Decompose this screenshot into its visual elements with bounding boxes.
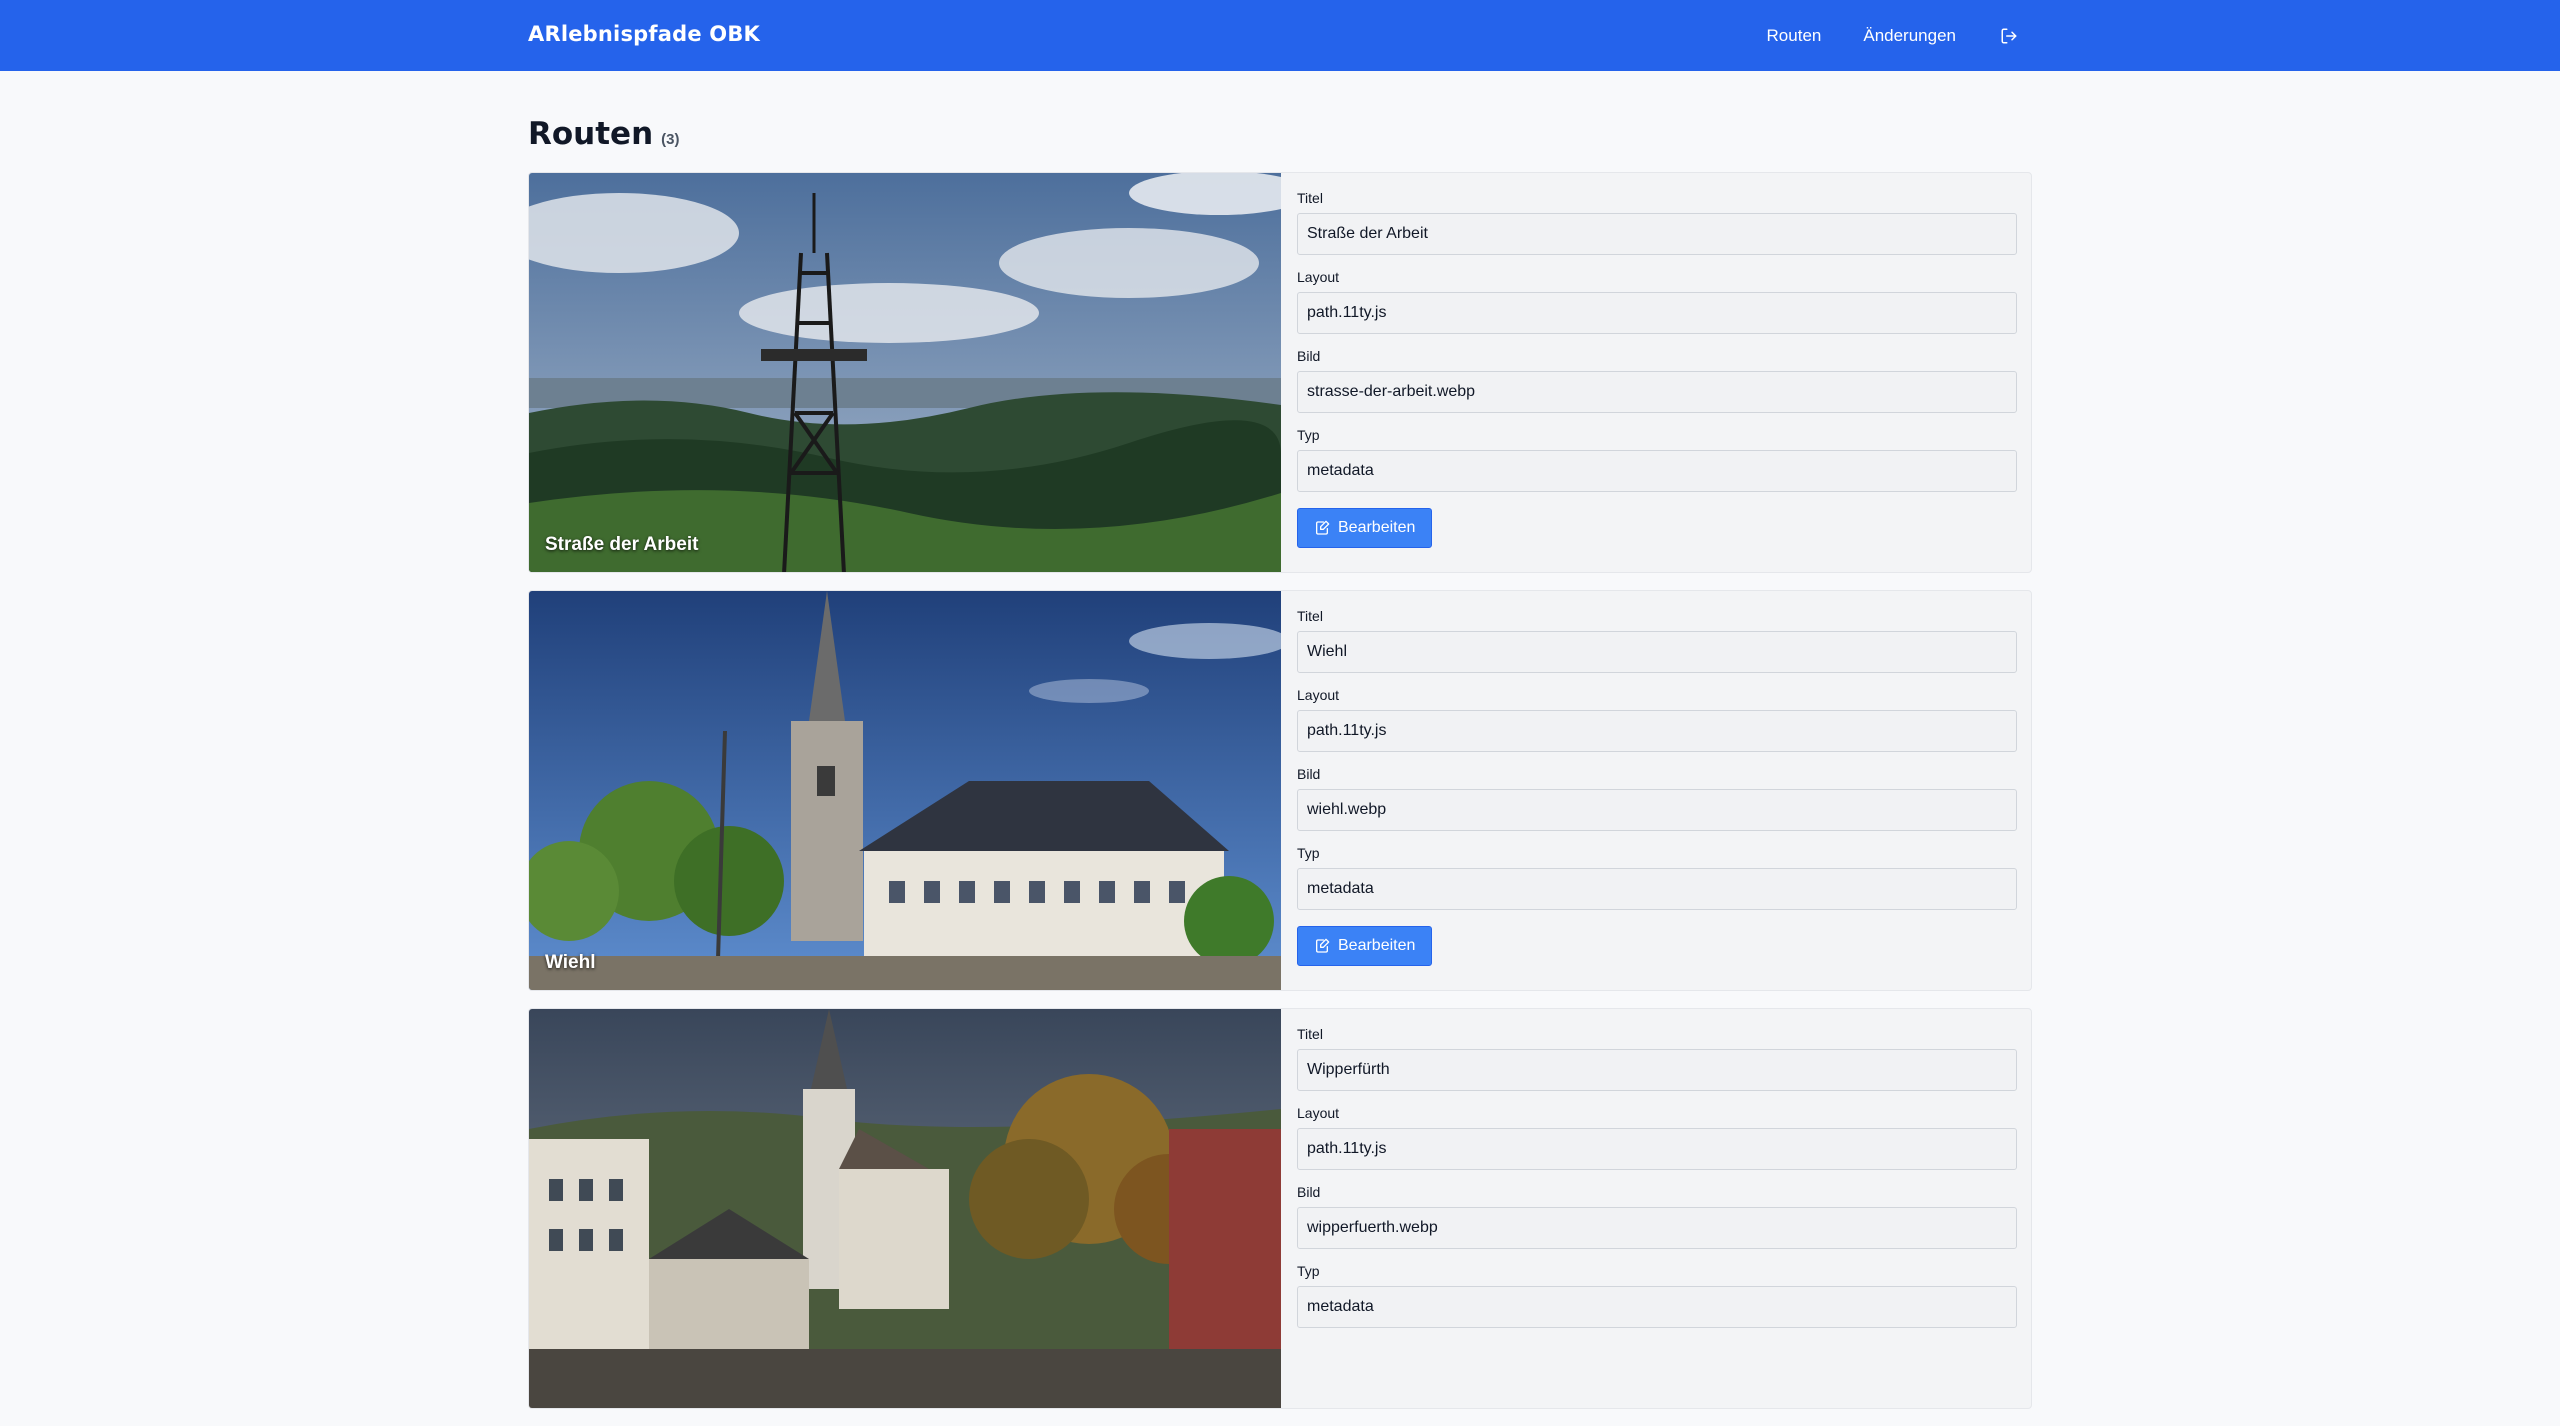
route-fields: Titel Layout Bild Typ [1281, 1009, 2031, 1408]
route-count: (3) [661, 131, 680, 148]
title-field[interactable] [1297, 213, 2017, 255]
route-card: Straße der Arbeit Titel Layout Bild Typ … [528, 172, 2032, 573]
image-field[interactable] [1297, 1207, 2017, 1249]
layout-label: Layout [1297, 269, 1340, 285]
type-field[interactable] [1297, 1286, 2017, 1328]
route-card: Wiehl Titel Layout Bild Typ Bearbeiten [528, 590, 2032, 991]
type-label: Typ [1297, 845, 1320, 861]
title-label: Titel [1297, 1026, 1323, 1042]
route-image: Straße der Arbeit [529, 173, 1281, 572]
logout-icon[interactable] [1998, 25, 2020, 47]
route-card: Titel Layout Bild Typ [528, 1008, 2032, 1409]
app-title[interactable]: ARlebnispfade OBK [528, 22, 760, 46]
type-field[interactable] [1297, 868, 2017, 910]
edit-button-label: Bearbeiten [1338, 519, 1416, 536]
route-caption: Wiehl [545, 952, 596, 973]
church-market-scene [529, 1009, 1281, 1408]
title-field[interactable] [1297, 631, 2017, 673]
edit-icon [1316, 938, 1330, 953]
edit-button-label: Bearbeiten [1338, 937, 1416, 954]
route-image: Wiehl [529, 591, 1281, 990]
page-title: Routen [528, 116, 654, 152]
nav-link-changes[interactable]: Änderungen [1863, 26, 1956, 46]
edit-icon [1316, 520, 1330, 535]
page-heading: Routen (3) [528, 116, 680, 152]
layout-field[interactable] [1297, 292, 2017, 334]
route-fields: Titel Layout Bild Typ Bearbeiten [1281, 591, 2031, 990]
route-list: Straße der Arbeit Titel Layout Bild Typ … [528, 172, 2032, 1426]
type-label: Typ [1297, 1263, 1320, 1279]
layout-label: Layout [1297, 687, 1340, 703]
title-label: Titel [1297, 608, 1323, 624]
main-nav: Routen Änderungen [1767, 0, 2020, 71]
type-label: Typ [1297, 427, 1320, 443]
title-field[interactable] [1297, 1049, 2017, 1091]
image-label: Bild [1297, 766, 1321, 782]
nav-link-routes[interactable]: Routen [1767, 26, 1822, 46]
route-fields: Titel Layout Bild Typ Bearbeiten [1281, 173, 2031, 572]
image-label: Bild [1297, 1184, 1321, 1200]
top-navigation-bar: ARlebnispfade OBK Routen Änderungen [0, 0, 2560, 71]
tower-forest-scene [529, 173, 1281, 572]
image-field[interactable] [1297, 371, 2017, 413]
type-field[interactable] [1297, 450, 2017, 492]
route-caption: Straße der Arbeit [545, 534, 699, 555]
route-image [529, 1009, 1281, 1408]
title-label: Titel [1297, 190, 1323, 206]
layout-label: Layout [1297, 1105, 1340, 1121]
image-field[interactable] [1297, 789, 2017, 831]
image-label: Bild [1297, 348, 1321, 364]
edit-button[interactable]: Bearbeiten [1297, 926, 1433, 966]
layout-field[interactable] [1297, 710, 2017, 752]
edit-button[interactable]: Bearbeiten [1297, 508, 1433, 548]
church-town-scene [529, 591, 1281, 990]
layout-field[interactable] [1297, 1128, 2017, 1170]
